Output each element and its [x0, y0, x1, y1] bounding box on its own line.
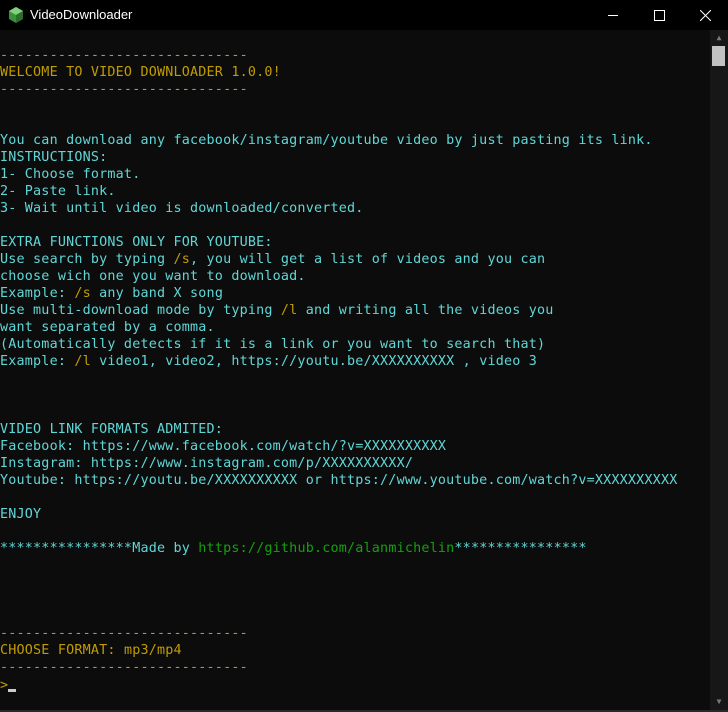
multi-download-help-line-2: want separated by a comma. [0, 320, 215, 335]
separator-line: ------------------------------ [0, 626, 248, 641]
scroll-up-arrow-icon[interactable]: ▲ [710, 30, 728, 46]
choose-format-label: CHOOSE FORMAT: [0, 643, 124, 658]
instruction-step-3: 3- Wait until video is downloaded/conver… [0, 201, 364, 216]
scroll-thumb[interactable] [712, 46, 725, 66]
search-help-line-2: choose wich one you want to download. [0, 269, 306, 284]
instruction-step-1: 1- Choose format. [0, 167, 141, 182]
youtube-format: Youtube: https://youtu.be/XXXXXXXXXX or … [0, 473, 678, 488]
window-title: VideoDownloader [30, 7, 133, 22]
separator-line: ------------------------------ [0, 48, 248, 63]
scroll-down-arrow-icon[interactable]: ▼ [710, 694, 728, 710]
facebook-format: Facebook: https://www.facebook.com/watch… [0, 439, 447, 454]
extra-functions-heading: EXTRA FUNCTIONS ONLY FOR YOUTUBE: [0, 235, 273, 250]
made-by-suffix: **************** [454, 541, 587, 556]
intro-text: You can download any facebook/instagram/… [0, 133, 653, 148]
choose-format-prompt: CHOOSE FORMAT: mp3/mp4 [0, 642, 182, 659]
example-text: any band X song [90, 286, 224, 301]
made-by-prefix: ****************Made by [0, 541, 199, 556]
search-help-line: Use search by typing /s, you will get a … [0, 251, 545, 268]
search-command: /s [173, 252, 191, 267]
separator-line: ------------------------------ [0, 82, 248, 97]
search-example-line: Example: /s any band X song [0, 285, 223, 302]
example-label: Example: [0, 354, 75, 369]
multi-help-text: and writing all the videos you [297, 303, 554, 318]
app-icon [9, 7, 23, 23]
instagram-format: Instagram: https://www.instagram.com/p/X… [0, 456, 414, 471]
minimize-icon [607, 14, 618, 16]
example-text: video1, video2, https://youtu.be/XXXXXXX… [90, 354, 538, 369]
vertical-scrollbar[interactable]: ▲ ▼ [710, 30, 728, 710]
close-icon [699, 9, 711, 21]
minimize-button[interactable] [590, 0, 636, 30]
multi-command: /l [74, 354, 91, 369]
search-help-text: Use search by typing [0, 252, 174, 267]
instructions-heading: INSTRUCTIONS: [0, 150, 108, 165]
maximize-button[interactable] [636, 0, 682, 30]
welcome-banner: WELCOME TO VIDEO DOWNLOADER 1.0.0! [0, 65, 281, 80]
auto-detect-note: (Automatically detects if it is a link o… [0, 337, 546, 352]
made-by-line: ****************Made by https://github.c… [0, 540, 587, 557]
separator-line: ------------------------------ [0, 660, 248, 675]
example-label: Example: [0, 286, 75, 301]
github-link[interactable]: https://github.com/alanmichelin [198, 541, 454, 556]
maximize-icon [653, 9, 665, 21]
console-output[interactable]: ------------------------------ WELCOME T… [0, 30, 710, 710]
title-bar[interactable]: VideoDownloader [0, 0, 728, 30]
input-prompt-line[interactable]: > [0, 677, 17, 694]
instruction-step-2: 2- Paste link. [0, 184, 116, 199]
multi-command: /l [280, 303, 298, 318]
search-help-text: , you will get a list of videos and you … [190, 252, 546, 267]
formats-heading: VIDEO LINK FORMATS ADMITED: [0, 422, 224, 437]
enjoy-text: ENJOY [0, 507, 42, 522]
multi-help-text: Use multi-download mode by typing [0, 303, 281, 318]
multi-download-help-line: Use multi-download mode by typing /l and… [0, 302, 554, 319]
search-command: /s [74, 286, 91, 301]
prompt-symbol: > [0, 678, 9, 693]
text-cursor [8, 689, 17, 692]
choose-format-options: mp3/mp4 [123, 643, 182, 658]
multi-example-line: Example: /l video1, video2, https://yout… [0, 353, 537, 370]
close-button[interactable] [682, 0, 728, 30]
